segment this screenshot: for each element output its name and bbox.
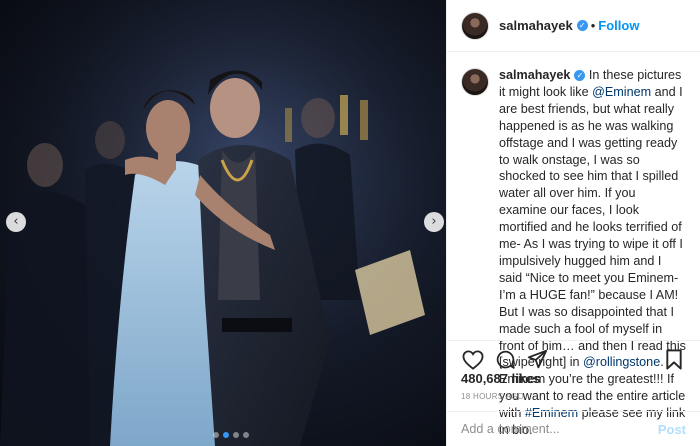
carousel-dot [213, 432, 219, 438]
header-separator: • [590, 18, 596, 33]
post-timestamp[interactable]: 18 HOURS AGO [461, 392, 524, 401]
comment-bar: Post [447, 411, 700, 446]
post-sidebar: salmahayek ✓ • Follow salmahayek ✓ In the… [446, 0, 700, 446]
caption-area: salmahayek ✓ In these pictures it might l… [447, 53, 700, 437]
action-bar [447, 340, 700, 372]
carousel-dot-active [223, 432, 229, 438]
carousel-dot [233, 432, 239, 438]
avatar[interactable] [461, 11, 489, 40]
comment-input[interactable] [461, 422, 658, 436]
caption-username[interactable]: salmahayek [499, 68, 570, 82]
post-header: salmahayek ✓ • Follow [447, 0, 700, 52]
heart-icon[interactable] [461, 348, 485, 372]
caption-segment: and I are best friends, but what really … [499, 84, 686, 370]
caption-avatar[interactable] [461, 68, 489, 96]
carousel-prev-button[interactable]: ‹ [6, 212, 26, 232]
likes-count[interactable]: 480,687 likes [461, 371, 541, 386]
carousel-dot [243, 432, 249, 438]
photo-illustration [0, 0, 446, 446]
caption-text: salmahayek ✓ In these pictures it might l… [499, 67, 686, 437]
follow-button[interactable]: Follow [598, 18, 639, 33]
carousel-next-button[interactable]: › [424, 212, 444, 232]
comment-icon[interactable] [493, 348, 517, 372]
post-photo[interactable]: ‹ › [0, 0, 446, 446]
carousel-indicator [213, 432, 249, 438]
verified-badge-icon: ✓ [576, 20, 588, 31]
bookmark-icon[interactable] [662, 348, 686, 372]
header-username[interactable]: salmahayek [499, 18, 573, 33]
share-icon[interactable] [525, 348, 549, 372]
caption-verified-badge-icon: ✓ [574, 70, 586, 81]
mention-link[interactable]: @Eminem [592, 85, 651, 99]
post-comment-button[interactable]: Post [658, 422, 686, 437]
